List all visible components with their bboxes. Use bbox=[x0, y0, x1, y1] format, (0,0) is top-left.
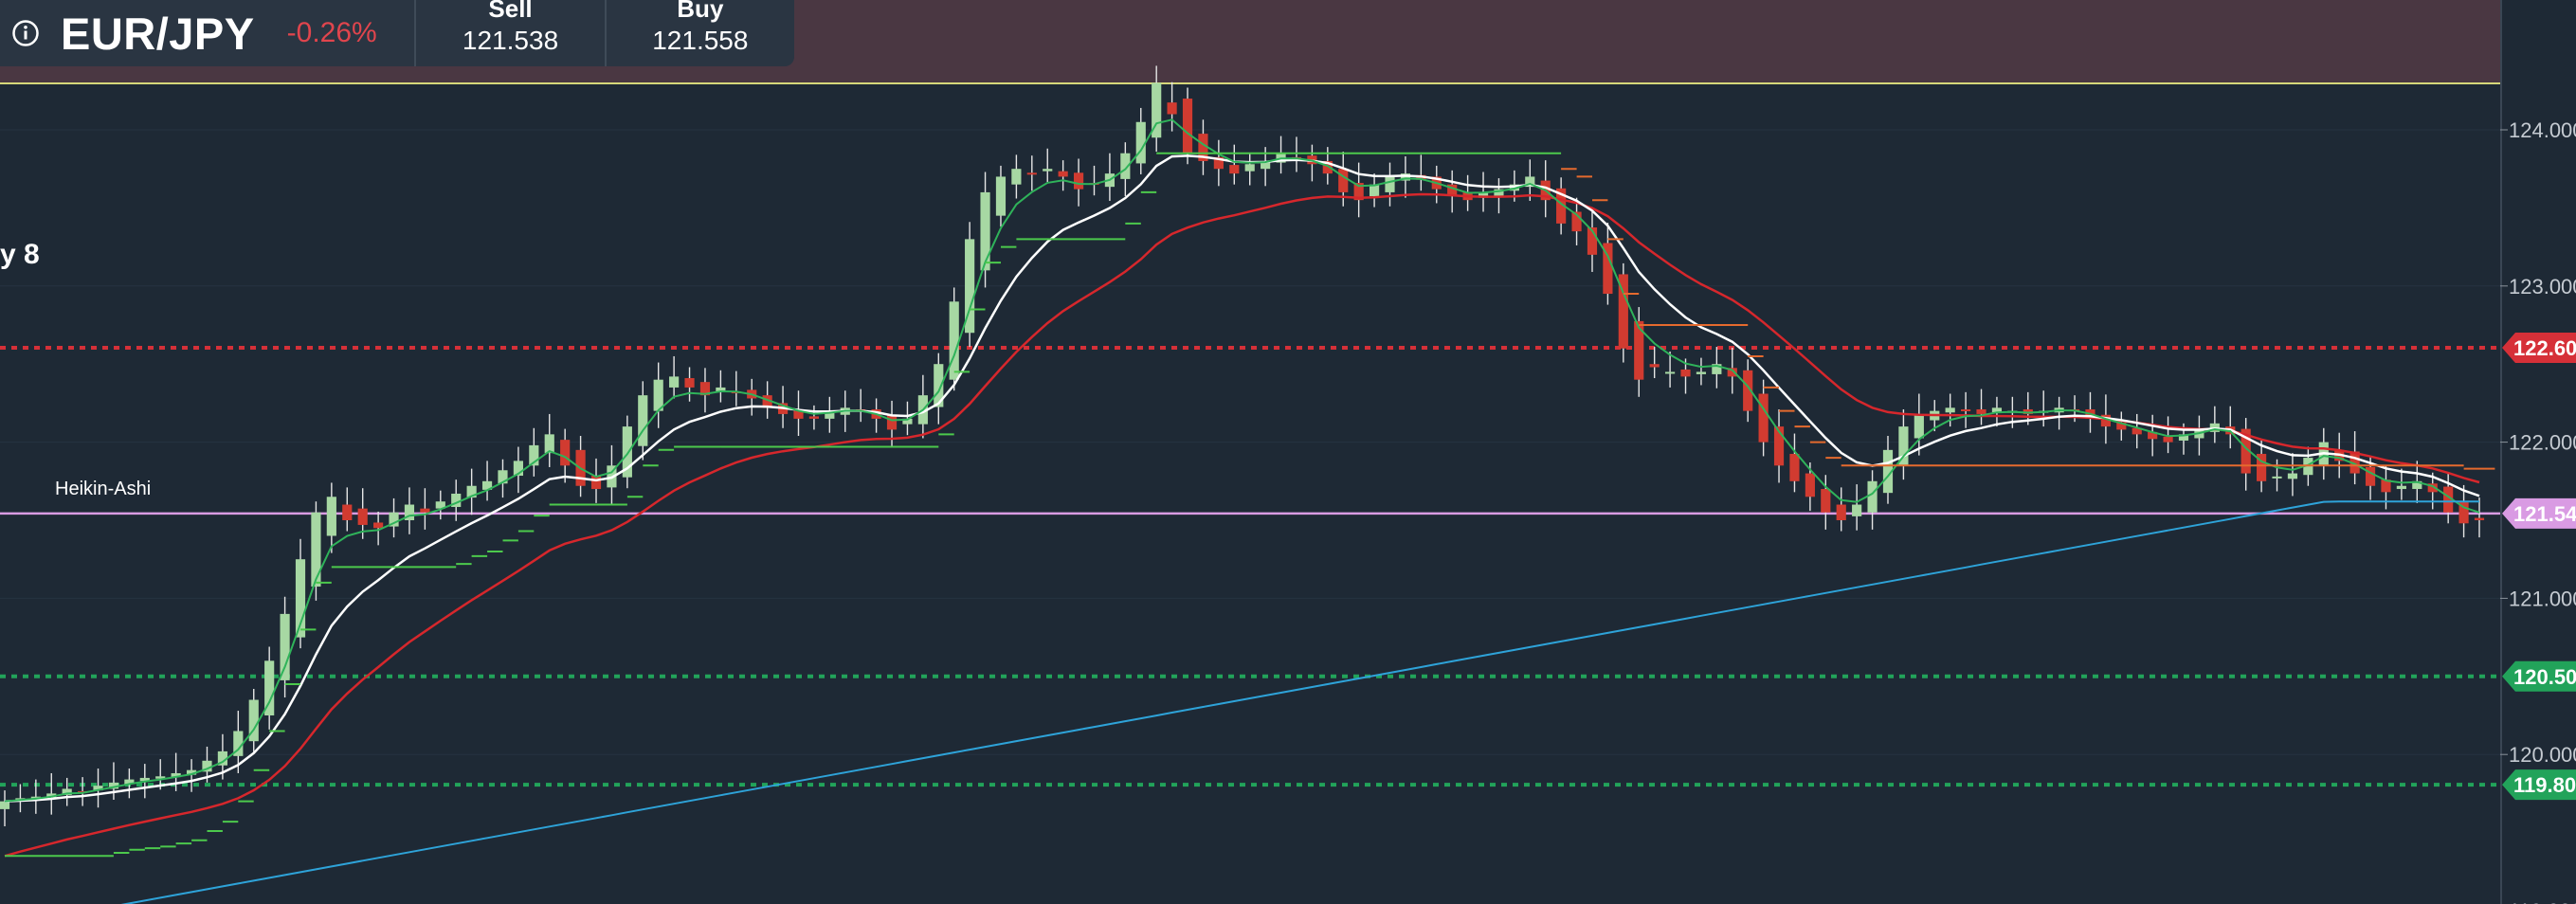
tick-label: 123.000 bbox=[2509, 275, 2576, 298]
candle-body bbox=[0, 801, 10, 809]
candle-body bbox=[326, 497, 336, 536]
buy-label: Buy bbox=[677, 0, 724, 23]
candle-body bbox=[1664, 371, 1676, 374]
study-label-fragment: y 8 bbox=[0, 239, 40, 270]
plot-background bbox=[0, 83, 2500, 904]
candle-body bbox=[684, 378, 695, 388]
symbol-block: EUR/JPY -0.26% bbox=[0, 0, 414, 66]
candle-body bbox=[1805, 473, 1815, 497]
candle-body bbox=[1914, 413, 1924, 439]
chart-stage: 124.000 123.000 122.000 121.000 120.000 119.0… bbox=[0, 0, 2576, 904]
candle-body bbox=[1821, 489, 1831, 513]
tick-label: 120.000 bbox=[2509, 743, 2576, 767]
buy-button[interactable]: Buy 121.558 bbox=[604, 0, 794, 66]
candle-body bbox=[373, 522, 384, 529]
candle-body bbox=[1043, 169, 1053, 172]
candle-body bbox=[1961, 408, 1971, 411]
candle-body bbox=[2272, 476, 2282, 479]
price-level-label: 122.604 bbox=[2513, 336, 2576, 360]
sell-label: Sell bbox=[488, 0, 533, 23]
percent-change: -0.26% bbox=[286, 17, 377, 48]
candle-body bbox=[342, 504, 353, 520]
candle-body bbox=[1058, 171, 1068, 177]
price-level-label: 120.500 bbox=[2513, 665, 2576, 689]
candle-body bbox=[1073, 172, 1084, 190]
candle-body bbox=[357, 508, 368, 525]
candle-body bbox=[1789, 453, 1800, 481]
tick-label: 121.000 bbox=[2509, 587, 2576, 610]
sell-button[interactable]: Sell 121.538 bbox=[414, 0, 604, 66]
price-axis: 124.000 123.000 122.000 121.000 120.000 119.0… bbox=[2500, 0, 2576, 904]
sell-price: 121.538 bbox=[462, 25, 559, 55]
candle-body bbox=[560, 440, 571, 466]
tick-label: 124.000 bbox=[2509, 118, 2576, 142]
candle-body bbox=[1229, 165, 1240, 174]
candle-body bbox=[1680, 369, 1691, 377]
candle-body bbox=[1167, 102, 1177, 115]
tick-label: 122.000 bbox=[2509, 431, 2576, 455]
candle-body bbox=[1338, 169, 1349, 192]
price-level-label: 121.543 bbox=[2513, 502, 2576, 526]
quote-header: EUR/JPY -0.26% Sell 121.538 Buy 121.558 bbox=[0, 0, 794, 66]
candle-body bbox=[1976, 408, 1986, 414]
candle-body bbox=[1385, 176, 1395, 192]
candle-body bbox=[420, 508, 430, 513]
candle-body bbox=[808, 416, 820, 419]
info-icon[interactable] bbox=[11, 19, 40, 47]
candle-body bbox=[1696, 371, 1707, 374]
candle-body bbox=[2287, 473, 2298, 479]
candle-body bbox=[1026, 172, 1037, 175]
candle-body bbox=[1867, 480, 1878, 513]
candle-body bbox=[886, 414, 898, 430]
candle-body bbox=[1836, 504, 1846, 520]
candle-body bbox=[1182, 99, 1193, 154]
candle-body bbox=[995, 176, 1007, 216]
candle-body bbox=[1649, 364, 1660, 368]
candle-body bbox=[311, 512, 321, 588]
candle-body bbox=[980, 191, 990, 271]
tick-label: 119.000 bbox=[2509, 899, 2576, 904]
price-level-label: 119.806 bbox=[2513, 773, 2576, 797]
buy-price: 121.558 bbox=[652, 25, 749, 55]
candle-body bbox=[949, 301, 959, 380]
candle-body bbox=[2396, 485, 2406, 490]
price-chart[interactable]: 124.000 123.000 122.000 121.000 120.000 119.0… bbox=[0, 0, 2576, 904]
candle-body bbox=[1852, 504, 1862, 516]
candle-body bbox=[1011, 169, 1022, 185]
candle-body bbox=[1945, 407, 1955, 413]
candle-body bbox=[2474, 517, 2485, 520]
candle-body bbox=[280, 613, 290, 680]
candle-body bbox=[1244, 164, 1255, 172]
heikin-ashi-label: Heikin-Ashi bbox=[55, 479, 152, 499]
candle-body bbox=[1758, 393, 1769, 443]
candle-body bbox=[638, 395, 648, 446]
symbol-name[interactable]: EUR/JPY bbox=[61, 8, 255, 60]
candle-body bbox=[2163, 436, 2173, 443]
candle-body bbox=[669, 376, 680, 388]
